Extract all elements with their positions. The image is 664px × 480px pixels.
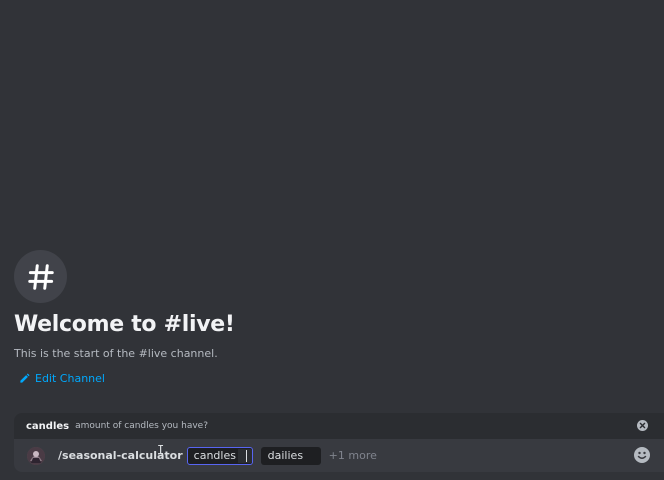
- text-caret: [245, 449, 247, 462]
- command-input-row[interactable]: /seasonal-calculator candles dailies +1 …: [14, 439, 664, 472]
- slash-command-panel: candles amount of candles you have? /sea…: [14, 413, 664, 472]
- option-label: dailies: [267, 449, 304, 462]
- hash-icon: [27, 263, 54, 290]
- option-value-box[interactable]: [237, 448, 252, 463]
- channel-icon: [14, 250, 67, 303]
- close-icon: [639, 422, 646, 429]
- close-circle-icon[interactable]: [637, 420, 648, 431]
- avatar-image: [27, 446, 45, 465]
- smiley-face: [637, 451, 647, 459]
- option-pill-candles[interactable]: candles: [186, 446, 253, 465]
- bot-avatar: [27, 446, 45, 465]
- emoji-icon[interactable]: [634, 447, 650, 463]
- pencil-icon: [20, 373, 30, 383]
- option-pill-dailies[interactable]: dailies: [260, 446, 321, 465]
- ibeam-cursor-icon: I: [157, 443, 165, 457]
- edit-channel-label: Edit Channel: [35, 372, 105, 385]
- welcome-subtitle: This is the start of the #live channel.: [14, 347, 218, 360]
- channel-welcome: Welcome to #live! This is the start of t…: [14, 250, 654, 388]
- option-label: candles: [193, 449, 236, 462]
- option-hint-bar: candles amount of candles you have?: [14, 413, 664, 439]
- hint-option-description: amount of candles you have?: [75, 421, 208, 431]
- hint-option-name: candles: [26, 420, 70, 432]
- chat-view: Welcome to #live! This is the start of t…: [0, 0, 664, 480]
- edit-channel-button[interactable]: Edit Channel: [19, 372, 105, 385]
- welcome-title: Welcome to #live!: [14, 312, 235, 337]
- more-options[interactable]: +1 more: [329, 449, 377, 462]
